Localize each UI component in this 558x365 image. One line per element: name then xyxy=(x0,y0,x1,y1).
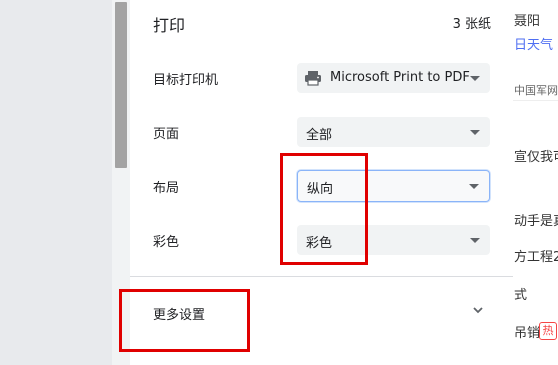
background-webpage: 聂阳 日天气 中国军网 宣仅我可 动手是真 方工程2 式 吊销 热 xyxy=(513,0,558,365)
chevron-down-icon xyxy=(470,130,480,135)
color-label: 彩色 xyxy=(153,235,180,250)
highlight-box-more-settings xyxy=(119,289,250,352)
highlight-box-layout-color xyxy=(280,153,368,265)
section-divider xyxy=(130,276,513,277)
sheet-count: 3 张纸 xyxy=(452,17,491,32)
destination-value: Microsoft Print to PDF xyxy=(330,70,470,85)
print-dialog-title: 打印 xyxy=(153,16,186,35)
pages-label: 页面 xyxy=(153,127,180,142)
chevron-down-icon xyxy=(470,76,480,81)
bg-divider xyxy=(513,100,558,101)
printer-icon xyxy=(305,71,321,86)
bg-location: 聂阳 xyxy=(514,14,541,29)
layout-label: 布局 xyxy=(153,181,180,196)
bg-news-item[interactable]: 方工程2 xyxy=(514,246,558,265)
bg-news-item[interactable]: 式 xyxy=(514,284,527,303)
bg-news-item[interactable]: 动手是真 xyxy=(514,210,558,229)
bg-tab[interactable]: 中国军网 xyxy=(514,82,558,98)
bg-news-item[interactable]: 宣仅我可 xyxy=(514,146,558,165)
chevron-down-icon xyxy=(469,184,479,189)
pages-value: 全部 xyxy=(306,128,333,143)
chevron-down-icon xyxy=(470,238,480,243)
preview-scrollbar-thumb[interactable] xyxy=(115,2,127,168)
destination-label: 目标打印机 xyxy=(153,73,219,88)
page-preview-area xyxy=(0,0,112,365)
bg-weather-link[interactable]: 日天气 xyxy=(514,34,553,53)
expand-chevron-icon[interactable] xyxy=(471,303,485,317)
hot-badge: 热 xyxy=(539,322,557,340)
pages-select[interactable]: 全部 xyxy=(297,117,490,147)
bg-news-item[interactable]: 吊销 xyxy=(514,322,540,341)
destination-select[interactable]: Microsoft Print to PDF xyxy=(297,63,490,93)
